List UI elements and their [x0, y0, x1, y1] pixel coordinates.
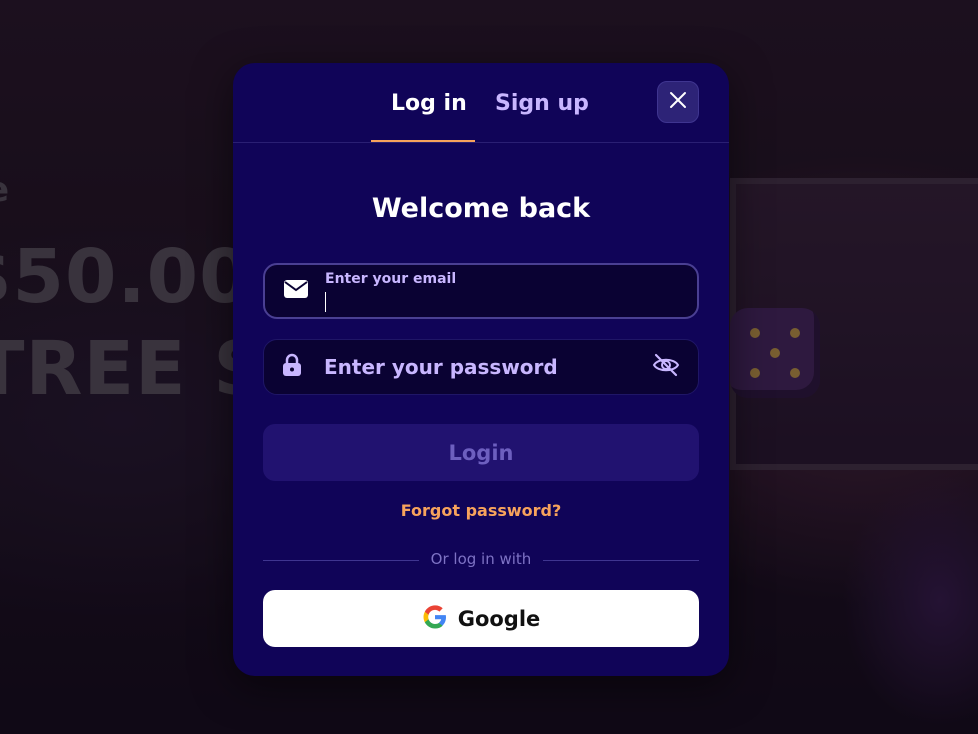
email-label: Enter your email [325, 271, 457, 287]
password-placeholder: Enter your password [324, 355, 558, 379]
active-tab-indicator [371, 140, 475, 142]
close-button[interactable] [657, 81, 699, 123]
login-button[interactable]: Login [263, 424, 699, 481]
google-login-button[interactable]: Google [263, 590, 699, 647]
divider-line-right [543, 560, 699, 561]
google-button-label: Google [457, 606, 541, 631]
email-field[interactable]: Enter your email [263, 263, 699, 319]
lock-icon [282, 353, 302, 381]
close-icon [669, 91, 687, 113]
text-caret [325, 292, 326, 312]
mail-icon [283, 279, 309, 303]
divider-line-left [263, 560, 419, 561]
tab-login[interactable]: Log in [391, 91, 467, 116]
google-icon [422, 604, 448, 634]
eye-off-icon[interactable] [652, 353, 680, 381]
tab-signup[interactable]: Sign up [495, 91, 589, 116]
password-field[interactable]: Enter your password [263, 339, 699, 395]
login-modal: Log in Sign up Welcome back Enter your e… [233, 63, 729, 676]
divider-text: Or log in with [430, 550, 532, 568]
forgot-password-link[interactable]: Forgot password? [233, 501, 729, 520]
modal-title: Welcome back [371, 193, 591, 224]
auth-tabs: Log in Sign up [233, 63, 729, 143]
